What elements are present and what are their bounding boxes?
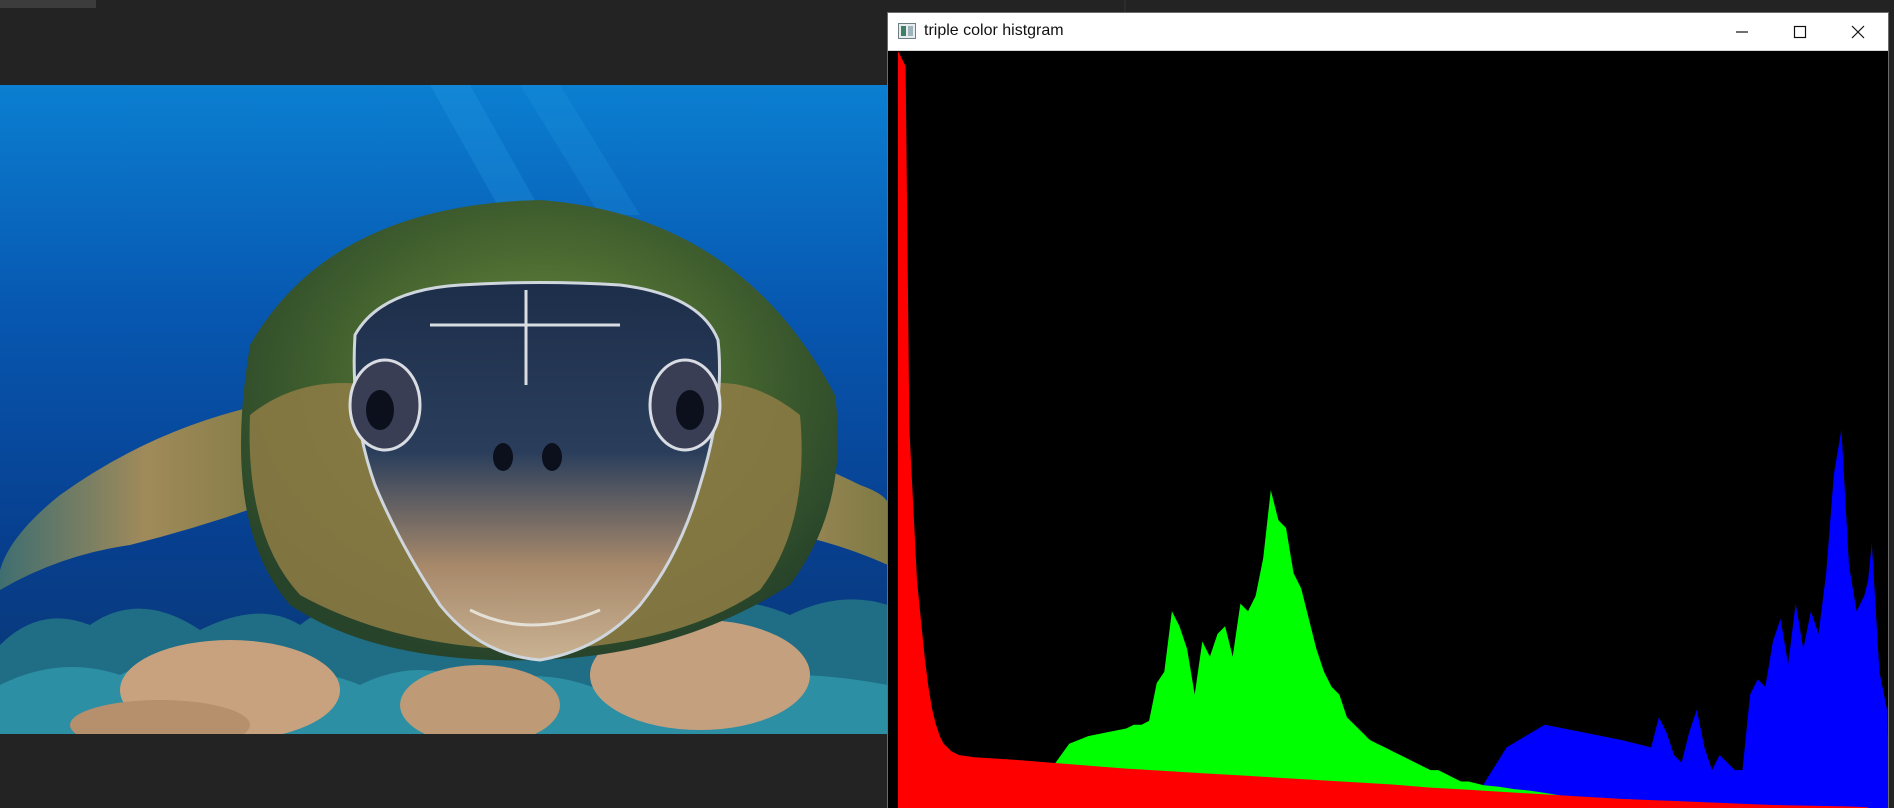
histogram-plot — [898, 51, 1888, 808]
right-nostril — [542, 443, 562, 471]
close-icon — [1851, 25, 1865, 39]
maximize-icon — [1793, 25, 1807, 39]
minimize-icon — [1736, 31, 1748, 33]
red-channel-histogram — [898, 51, 1868, 808]
title-bar[interactable]: triple color histgram — [888, 13, 1888, 51]
pane-divider — [1124, 0, 1126, 14]
close-button[interactable] — [1829, 13, 1887, 51]
source-image-turtle — [0, 85, 888, 734]
top-left-tab[interactable] — [0, 0, 96, 8]
left-nostril — [493, 443, 513, 471]
histogram-window[interactable]: triple color histgram — [888, 13, 1888, 808]
image-window-icon — [898, 23, 916, 39]
maximize-button[interactable] — [1771, 13, 1829, 51]
turtle-photo — [0, 85, 888, 734]
histogram-canvas — [888, 51, 1888, 808]
minimize-button[interactable] — [1713, 13, 1771, 51]
blue-channel-histogram — [898, 429, 1888, 808]
window-title: triple color histgram — [924, 22, 1064, 39]
